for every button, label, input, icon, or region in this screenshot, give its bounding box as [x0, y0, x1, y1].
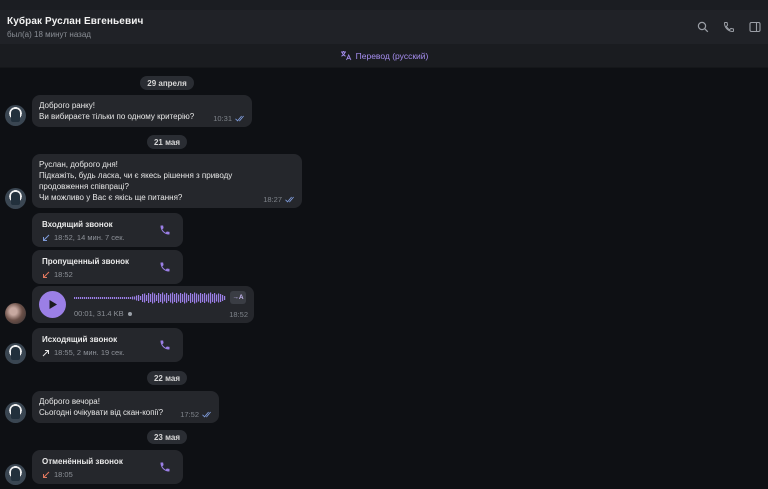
phone-call-icon[interactable] [716, 18, 742, 36]
double-check-icon [235, 115, 244, 122]
call-title: Отменённый звонок [42, 457, 123, 466]
call-info: 18:05 [54, 470, 73, 479]
call-title: Входящий звонок [42, 220, 113, 229]
call-bubble-outgoing[interactable]: Исходящий звонок 18:55, 2 мин. 19 сек. [32, 328, 183, 362]
date-separator: 21 мая [147, 135, 187, 149]
double-check-icon [202, 411, 211, 418]
message-meta: 18:52 [229, 309, 248, 320]
transcribe-button[interactable]: →A [230, 291, 246, 304]
call-back-phone-icon[interactable] [159, 339, 171, 354]
message-bubble[interactable]: Руслан, доброго дня! Підкажіть, будь лас… [32, 154, 302, 208]
call-bubble-cancelled[interactable]: Отменённый звонок 18:05 [32, 450, 183, 484]
translate-icon [340, 51, 351, 61]
message-text: Руслан, доброго дня! Підкажіть, будь лас… [39, 160, 233, 202]
translate-label[interactable]: Перевод (русский) [356, 51, 429, 61]
call-title: Исходящий звонок [42, 335, 118, 344]
header-actions [690, 18, 768, 36]
voice-message-bubble[interactable]: →A 00:01, 31.4 KB 18:52 [32, 286, 254, 323]
missed-call-arrow-icon [43, 271, 50, 278]
message-time: 10:31 [213, 114, 232, 123]
call-back-phone-icon[interactable] [159, 261, 171, 276]
play-icon [49, 300, 57, 309]
date-separator: 22 мая [147, 371, 187, 385]
play-button[interactable] [39, 291, 66, 318]
call-subtitle: 18:52 [42, 269, 73, 280]
voice-waveform[interactable] [74, 292, 226, 304]
contact-name[interactable]: Кубрак Руслан Евгеньевич [7, 16, 143, 27]
message-time: 18:52 [229, 310, 248, 319]
voice-meta: 00:01, 31.4 KB [74, 308, 132, 319]
double-check-icon [285, 196, 294, 203]
date-separator: 29 апреля [140, 76, 194, 90]
call-bubble-incoming[interactable]: Входящий звонок 18:52, 14 мин. 7 сек. [32, 213, 183, 247]
window-title-strip [0, 0, 768, 10]
message-time: 18:27 [263, 195, 282, 204]
message-text: Доброго ранку! Ви вибираєте тільки по од… [39, 101, 195, 121]
call-back-phone-icon[interactable] [159, 224, 171, 239]
call-subtitle: 18:55, 2 мин. 19 сек. [42, 347, 125, 358]
avatar[interactable] [5, 105, 26, 126]
message-list[interactable]: 29 апреля Доброго ранку! Ви вибираєте ті… [0, 68, 768, 489]
message-meta: 18:27 [263, 194, 296, 205]
message-meta: 10:31 [213, 113, 246, 124]
avatar[interactable] [5, 464, 26, 485]
sidebar-toggle-icon[interactable] [742, 18, 768, 36]
call-back-phone-icon[interactable] [159, 461, 171, 476]
call-title: Пропущенный звонок [42, 257, 130, 266]
call-info: 18:55, 2 мин. 19 сек. [54, 348, 125, 357]
contact-status: был(а) 18 минут назад [7, 30, 91, 39]
call-subtitle: 18:52, 14 мин. 7 сек. [42, 232, 125, 243]
outgoing-call-arrow-icon [42, 349, 49, 356]
voice-duration-size: 00:01, 31.4 KB [74, 309, 124, 318]
message-text: Доброго вечора! Сьогодні очікувати від с… [39, 397, 164, 417]
avatar[interactable] [5, 188, 26, 209]
message-bubble[interactable]: Доброго ранку! Ви вибираєте тільки по од… [32, 95, 252, 127]
message-bubble[interactable]: Доброго вечора! Сьогодні очікувати від с… [32, 391, 219, 423]
translate-bar[interactable]: Перевод (русский) [0, 44, 768, 68]
call-subtitle: 18:05 [42, 469, 73, 480]
call-bubble-missed[interactable]: Пропущенный звонок 18:52 [32, 250, 183, 284]
call-info: 18:52 [54, 270, 73, 279]
avatar[interactable] [5, 343, 26, 364]
avatar[interactable] [5, 402, 26, 423]
message-time: 17:52 [180, 410, 199, 419]
message-meta: 17:52 [180, 409, 213, 420]
date-separator: 23 мая [147, 430, 187, 444]
search-icon[interactable] [690, 18, 716, 36]
missed-call-arrow-icon [43, 471, 50, 478]
unplayed-dot-icon [127, 311, 132, 316]
avatar[interactable] [5, 303, 26, 324]
call-info: 18:52, 14 мин. 7 сек. [54, 233, 125, 242]
incoming-call-arrow-icon [43, 234, 50, 241]
chat-header[interactable]: Кубрак Руслан Евгеньевич был(а) 18 минут… [0, 10, 768, 44]
